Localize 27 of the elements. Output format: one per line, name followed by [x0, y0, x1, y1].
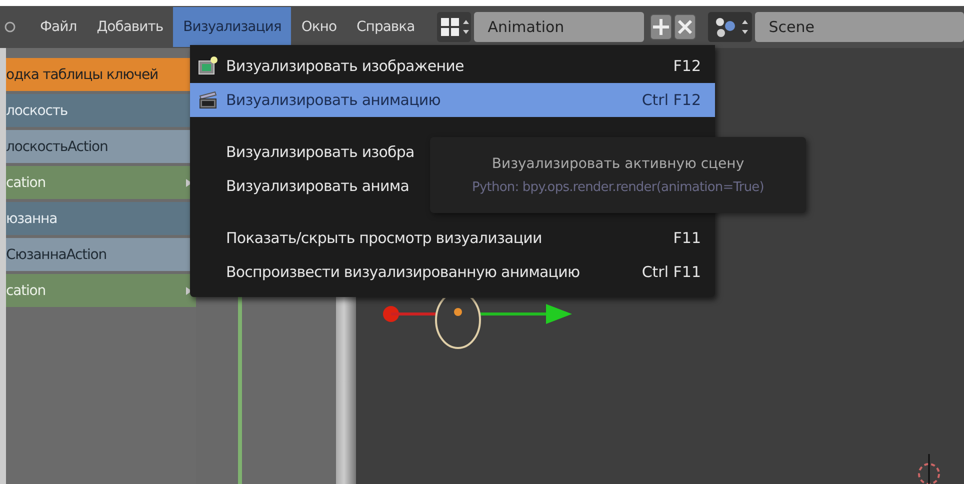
- channel-label: лоскость: [6, 102, 68, 118]
- editor-type-icon[interactable]: [4, 21, 16, 33]
- channel-label: одка таблицы ключей: [6, 66, 158, 82]
- image-icon: [198, 56, 218, 76]
- channel-row[interactable]: cation: [6, 274, 196, 307]
- scene-icon[interactable]: [708, 12, 752, 42]
- python-path: Python: bpy.ops.render.render(animation=True): [472, 180, 764, 194]
- channel-label: cation: [6, 174, 46, 190]
- menu-item[interactable]: Добавить: [86, 9, 174, 45]
- layout-icon[interactable]: [436, 12, 471, 42]
- expand-icon[interactable]: [186, 178, 192, 186]
- clapper-icon: [198, 90, 218, 110]
- channel-label: СюзаннаAction: [6, 246, 107, 262]
- menu-item[interactable]: Окно: [291, 9, 347, 45]
- expand-icon[interactable]: [186, 286, 192, 294]
- menu-item[interactable]: Визуализация: [173, 7, 292, 47]
- channel-label: юзанна: [6, 210, 58, 226]
- menu-entry[interactable]: Визуализировать анимацию Ctrl F12: [190, 83, 715, 117]
- layout-field[interactable]: Animation: [474, 12, 644, 42]
- add-icon[interactable]: [650, 14, 672, 40]
- channel-label: лоскостьAction: [6, 138, 108, 154]
- close-icon[interactable]: [674, 14, 696, 40]
- menu-item[interactable]: Справка: [346, 9, 425, 45]
- channel-label: cation: [6, 282, 46, 298]
- scene-field[interactable]: Scene: [754, 12, 964, 42]
- tooltip-title: Визуализировать активную сцену: [492, 156, 744, 172]
- menu-item[interactable]: Файл: [30, 9, 87, 45]
